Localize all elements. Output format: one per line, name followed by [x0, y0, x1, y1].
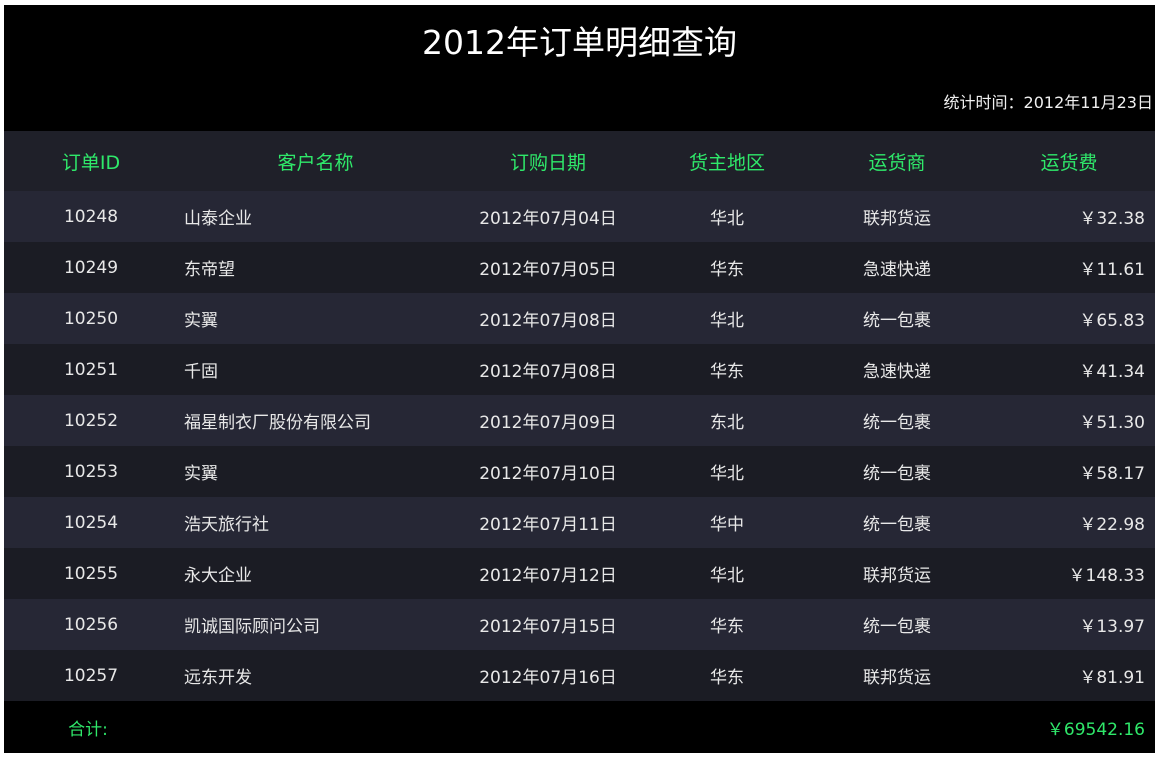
column-header-freight[interactable]: 运货费	[983, 148, 1155, 175]
table-row[interactable]: 10252 福星制衣厂股份有限公司 2012年07月09日 东北 统一包裹 ￥5…	[4, 395, 1155, 446]
cell-region: 华东	[710, 260, 744, 280]
table-row[interactable]: 10255 永大企业 2012年07月12日 华北 联邦货运 ￥148.33	[4, 548, 1155, 599]
column-header-carrier[interactable]: 运货商	[811, 148, 983, 175]
cell-order-id: 10248	[63, 206, 119, 227]
cell-carrier: 统一包裹	[863, 311, 931, 331]
cell-order-id: 10251	[63, 359, 119, 380]
cell-order-date: 2012年07月10日	[479, 464, 617, 484]
table-row[interactable]: 10257 远东开发 2012年07月16日 华东 联邦货运 ￥81.91	[4, 650, 1155, 701]
page-title: 2012年订单明细查询	[422, 23, 737, 62]
column-header-region[interactable]: 货主地区	[643, 148, 811, 175]
column-header-order-date[interactable]: 订购日期	[453, 148, 643, 175]
cell-customer-name: 实翼	[184, 464, 218, 484]
table-header-row: 订单ID 客户名称 订购日期 货主地区 运货商 运货费	[4, 131, 1155, 191]
cell-order-date: 2012年07月05日	[479, 260, 617, 280]
cell-freight: ￥148.33	[1068, 566, 1145, 586]
cell-customer-name: 东帝望	[184, 260, 235, 280]
cell-freight: ￥32.38	[1079, 209, 1145, 229]
cell-customer-name: 山泰企业	[184, 209, 252, 229]
cell-order-id: 10257	[63, 665, 119, 686]
total-freight-value: ￥69542.16	[1046, 720, 1145, 740]
report-panel: 2012年订单明细查询 统计时间：2012年11月23日 订单ID 客户名称 订…	[4, 5, 1155, 753]
cell-order-date: 2012年07月08日	[479, 362, 617, 382]
cell-order-id: 10250	[63, 308, 119, 329]
cell-order-id: 10255	[63, 563, 119, 584]
table-row[interactable]: 10253 实翼 2012年07月10日 华北 统一包裹 ￥58.17	[4, 446, 1155, 497]
cell-region: 华东	[710, 362, 744, 382]
cell-carrier: 统一包裹	[863, 413, 931, 433]
cell-order-id: 10256	[63, 614, 119, 635]
cell-freight: ￥65.83	[1079, 311, 1145, 331]
cell-order-id: 10253	[63, 461, 119, 482]
cell-freight: ￥81.91	[1079, 668, 1145, 688]
cell-customer-name: 浩天旅行社	[184, 515, 269, 535]
cell-customer-name: 千固	[184, 362, 218, 382]
cell-freight: ￥51.30	[1079, 413, 1145, 433]
table-footer-total: 合计: ￥69542.16	[4, 702, 1155, 753]
table-row[interactable]: 10251 千固 2012年07月08日 华东 急速快递 ￥41.34	[4, 344, 1155, 395]
cell-region: 华北	[710, 464, 744, 484]
cell-freight: ￥58.17	[1079, 464, 1145, 484]
cell-region: 华北	[710, 311, 744, 331]
orders-table: 订单ID 客户名称 订购日期 货主地区 运货商 运货费 10248 山泰企业 2…	[4, 131, 1155, 701]
table-row[interactable]: 10254 浩天旅行社 2012年07月11日 华中 统一包裹 ￥22.98	[4, 497, 1155, 548]
cell-order-date: 2012年07月11日	[479, 515, 617, 535]
cell-carrier: 联邦货运	[863, 209, 931, 229]
cell-order-date: 2012年07月12日	[479, 566, 617, 586]
cell-order-id: 10254	[63, 512, 119, 533]
cell-region: 华北	[710, 209, 744, 229]
cell-customer-name: 永大企业	[184, 566, 252, 586]
cell-region: 华北	[710, 566, 744, 586]
cell-carrier: 统一包裹	[863, 515, 931, 535]
column-header-order-id[interactable]: 订单ID	[4, 148, 178, 175]
cell-carrier: 联邦货运	[863, 668, 931, 688]
cell-order-date: 2012年07月16日	[479, 668, 617, 688]
stat-time-label: 统计时间：2012年11月23日	[943, 93, 1153, 112]
cell-freight: ￥11.61	[1079, 260, 1145, 280]
cell-carrier: 统一包裹	[863, 617, 931, 637]
table-row[interactable]: 10256 凯诚国际顾问公司 2012年07月15日 华东 统一包裹 ￥13.9…	[4, 599, 1155, 650]
cell-freight: ￥22.98	[1079, 515, 1145, 535]
cell-region: 华东	[710, 617, 744, 637]
cell-region: 华中	[710, 515, 744, 535]
cell-customer-name: 实翼	[184, 311, 218, 331]
cell-carrier: 统一包裹	[863, 464, 931, 484]
cell-customer-name: 远东开发	[184, 668, 252, 688]
cell-freight: ￥41.34	[1079, 362, 1145, 382]
cell-order-date: 2012年07月04日	[479, 209, 617, 229]
cell-order-date: 2012年07月15日	[479, 617, 617, 637]
table-row[interactable]: 10250 实翼 2012年07月08日 华北 统一包裹 ￥65.83	[4, 293, 1155, 344]
cell-order-date: 2012年07月09日	[479, 413, 617, 433]
cell-carrier: 急速快递	[863, 260, 931, 280]
table-row[interactable]: 10248 山泰企业 2012年07月04日 华北 联邦货运 ￥32.38	[4, 191, 1155, 242]
column-header-customer-name[interactable]: 客户名称	[178, 148, 453, 175]
cell-order-date: 2012年07月08日	[479, 311, 617, 331]
cell-freight: ￥13.97	[1079, 617, 1145, 637]
total-label: 合计:	[68, 720, 108, 740]
table-row[interactable]: 10249 东帝望 2012年07月05日 华东 急速快递 ￥11.61	[4, 242, 1155, 293]
cell-order-id: 10249	[63, 257, 119, 278]
cell-region: 华东	[710, 668, 744, 688]
cell-order-id: 10252	[63, 410, 119, 431]
cell-customer-name: 福星制衣厂股份有限公司	[184, 413, 371, 433]
cell-customer-name: 凯诚国际顾问公司	[184, 617, 320, 637]
cell-carrier: 联邦货运	[863, 566, 931, 586]
cell-region: 东北	[710, 413, 744, 433]
cell-carrier: 急速快递	[863, 362, 931, 382]
